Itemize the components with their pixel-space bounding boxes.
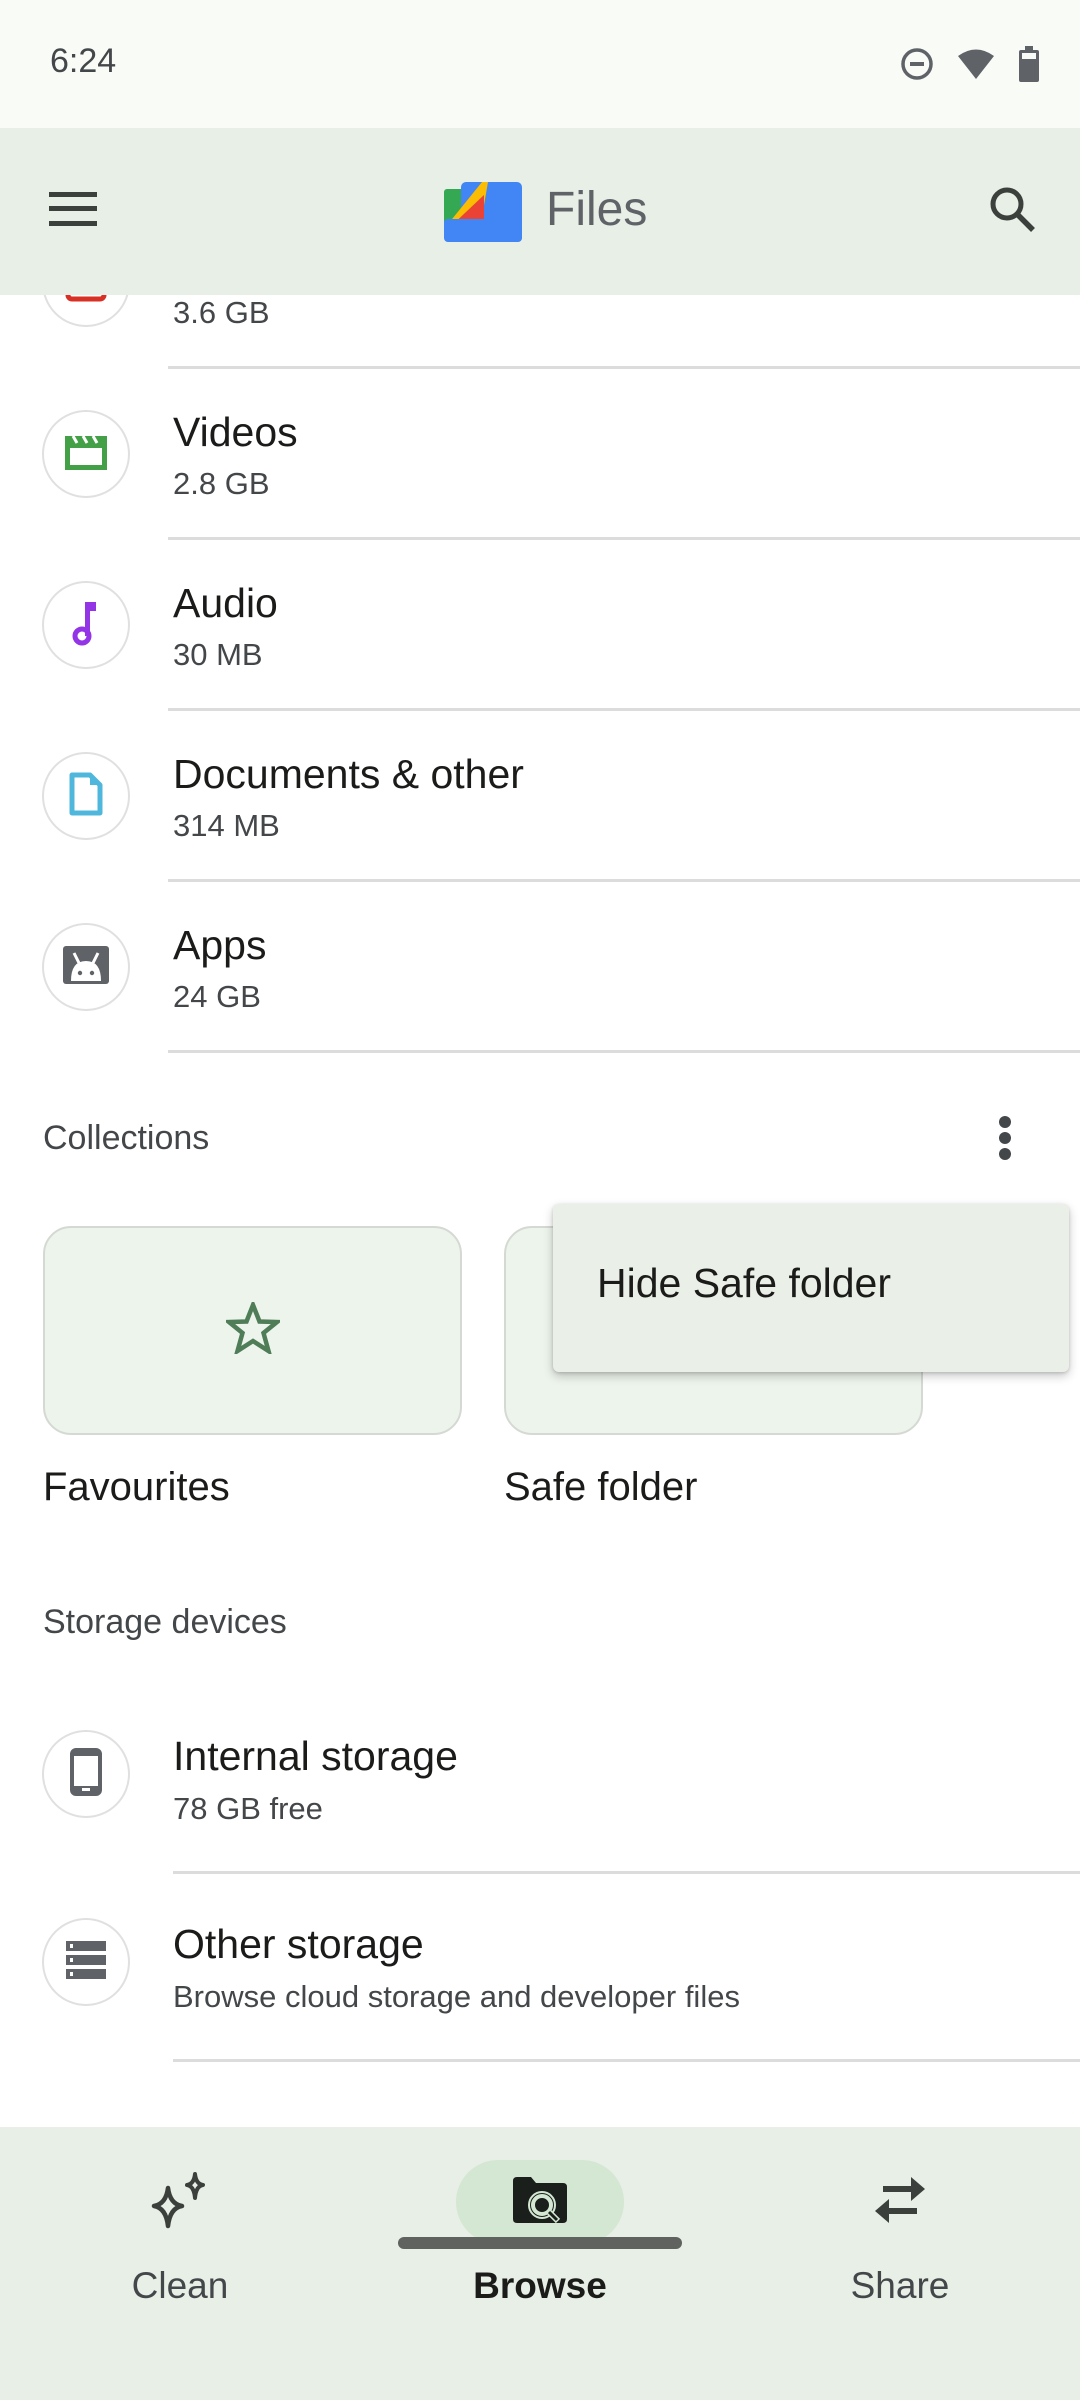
collections-popup-menu: Hide Safe folder [553,1204,1069,1372]
search-icon [988,185,1036,238]
video-icon-circle [42,410,130,498]
storage-row-other[interactable]: Other storage Browse cloud storage and d… [0,1891,1080,2062]
nav-icon-container [816,2160,984,2244]
safe-folder-label: Safe folder [504,1465,698,1509]
divider [168,1050,1080,1053]
storage-devices-header: Storage devices [43,1603,287,1641]
favourites-card[interactable] [43,1226,462,1435]
search-button[interactable] [974,173,1050,249]
category-size: 314 MB [173,808,280,843]
nav-tab-clean[interactable]: Clean [0,2127,360,2327]
storage-icon-circle [42,1918,130,2006]
storage-title: Internal storage [173,1733,458,1779]
favourites-label: Favourites [43,1465,230,1509]
browse-content: Images 3.6 GB Videos 2.8 GB Audio 30 MB … [0,0,1080,2127]
sparkle-icon [147,2170,213,2235]
nav-label: Share [850,2265,950,2306]
category-title: Audio [173,580,278,626]
android-icon [62,945,110,990]
document-icon [68,771,104,822]
nav-tab-browse[interactable]: Browse [360,2127,720,2327]
collections-more-button[interactable] [975,1105,1035,1175]
nav-icon-container [96,2160,264,2244]
bottom-navigation: Clean Browse Share [0,2127,1080,2400]
nav-label: Clean [131,2265,229,2306]
hide-safe-folder-menu-item[interactable]: Hide Safe folder [597,1260,891,1307]
category-size: 30 MB [173,637,263,672]
category-row-apps[interactable]: Apps 24 GB [0,882,1080,1053]
phone-icon-circle [42,1730,130,1818]
star-outline-icon [222,1298,283,1359]
storage-title: Other storage [173,1921,424,1967]
app-bar: Files [0,128,1080,295]
category-row-videos[interactable]: Videos 2.8 GB [0,369,1080,540]
files-logo-icon [444,181,522,242]
category-row-documents[interactable]: Documents & other 314 MB [0,711,1080,882]
app-title: Files [546,183,648,236]
phone-icon [70,1747,102,1801]
category-title: Videos [173,409,298,455]
category-row-audio[interactable]: Audio 30 MB [0,540,1080,711]
divider [173,2059,1080,2062]
category-size: 24 GB [173,979,261,1014]
audio-icon-circle [42,581,130,669]
category-title: Documents & other [173,751,524,797]
more-vert-icon [997,1115,1013,1166]
nav-label: Browse [473,2265,607,2306]
menu-button[interactable] [40,178,106,244]
collections-header: Collections [43,1119,210,1157]
swap-arrows-icon [873,2175,927,2230]
home-indicator[interactable] [398,2237,682,2249]
category-size: 2.8 GB [173,466,270,501]
divider [173,1871,1080,1874]
nav-tab-share[interactable]: Share [720,2127,1080,2327]
hamburger-menu-icon [49,191,97,231]
video-clapper-icon [63,432,109,477]
document-icon-circle [42,752,130,840]
category-size: 3.6 GB [173,295,270,330]
storage-row-internal[interactable]: Internal storage 78 GB free [0,1703,1080,1874]
category-title: Apps [173,922,267,968]
storage-detail: Browse cloud storage and developer files [173,1979,740,2014]
apps-icon-circle [42,923,130,1011]
music-note-icon [71,600,101,651]
storage-icon [65,1939,107,1986]
storage-detail: 78 GB free [173,1791,323,1826]
nav-icon-container-active [456,2160,624,2244]
folder-search-icon [513,2176,567,2228]
